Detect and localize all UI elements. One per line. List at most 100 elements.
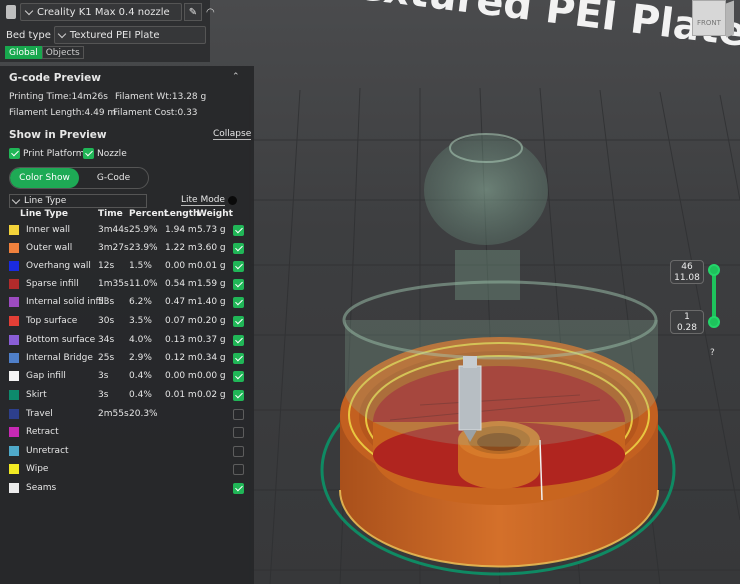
table-row: Travel 2m55s 20.3% <box>0 406 254 424</box>
printer-select[interactable]: Creality K1 Max 0.4 nozzle <box>20 3 182 21</box>
lite-mode-indicator[interactable] <box>228 196 237 205</box>
lite-mode-link[interactable]: Lite Mode <box>181 195 225 206</box>
row-time: 3s <box>98 371 109 381</box>
color-swatch <box>9 409 19 419</box>
view-cube[interactable]: FRONT <box>690 0 734 40</box>
view-cube-front[interactable]: FRONT <box>692 0 726 36</box>
collapse-link[interactable]: Collapse <box>213 129 252 140</box>
visibility-checkbox[interactable] <box>233 353 244 364</box>
tab-global[interactable]: Global <box>5 46 42 59</box>
color-swatch <box>9 427 19 437</box>
col-line-type: Line Type <box>20 209 68 219</box>
printer-name: Creality K1 Max 0.4 nozzle <box>37 6 170 18</box>
visibility-checkbox[interactable] <box>233 243 244 254</box>
row-time: 3m27s <box>98 243 129 253</box>
layer-slider-top-handle[interactable] <box>708 264 720 276</box>
filament-length: Filament Length:4.49 m <box>9 108 117 118</box>
table-row: Seams <box>0 480 254 498</box>
row-percent: 11.0% <box>129 279 158 289</box>
nozzle-label: Nozzle <box>97 148 127 159</box>
top-layer-number: 46 <box>681 262 693 272</box>
print-platform-checkbox[interactable] <box>9 148 20 159</box>
gcode-option[interactable]: G-Code <box>79 168 148 188</box>
table-row: Wipe <box>0 461 254 479</box>
color-swatch <box>9 261 19 271</box>
table-row: Internal solid infill 53s 6.2% 0.47 m 1.40 g <box>0 294 254 312</box>
visibility-checkbox[interactable] <box>233 390 244 401</box>
line-type-name: Top surface <box>26 316 78 326</box>
row-length: 0.07 m <box>165 316 197 326</box>
line-type-name: Inner wall <box>26 225 71 235</box>
row-time: 30s <box>98 316 115 326</box>
row-length: 0.01 m <box>165 390 197 400</box>
visibility-checkbox[interactable] <box>233 483 244 494</box>
row-weight: 5.73 g <box>197 225 226 235</box>
visibility-checkbox[interactable] <box>233 409 244 420</box>
color-swatch <box>9 243 19 253</box>
top-layer-height: 11.08 <box>674 273 700 283</box>
visibility-checkbox[interactable] <box>233 446 244 457</box>
color-show-option[interactable]: Color Show <box>10 168 79 188</box>
line-type-name: Bottom surface <box>26 335 96 345</box>
view-mode-toggle: Color Show G-Code <box>9 167 149 189</box>
visibility-checkbox[interactable] <box>233 261 244 272</box>
color-swatch <box>9 390 19 400</box>
wifi-icon[interactable]: ◠ <box>206 7 215 18</box>
visibility-checkbox[interactable] <box>233 371 244 382</box>
printer-icon <box>6 5 16 19</box>
show-in-preview-title: Show in Preview <box>9 129 107 141</box>
row-percent: 0.4% <box>129 390 152 400</box>
row-percent: 20.3% <box>129 409 158 419</box>
visibility-checkbox[interactable] <box>233 427 244 438</box>
table-row: Inner wall 3m44s 25.9% 1.94 m 5.73 g <box>0 222 254 240</box>
row-weight: 0.34 g <box>197 353 226 363</box>
pencil-icon: ✎ <box>188 6 198 18</box>
visibility-checkbox[interactable] <box>233 464 244 475</box>
color-swatch <box>9 335 19 345</box>
collapse-up-icon[interactable]: ⌃ <box>232 72 240 82</box>
gcode-preview-title: G-code Preview <box>9 72 101 84</box>
nozzle-checkbox[interactable] <box>83 148 94 159</box>
visibility-checkbox[interactable] <box>233 279 244 290</box>
bed-type-select[interactable]: Textured PEI Plate <box>53 26 206 44</box>
row-weight: 3.60 g <box>197 243 226 253</box>
line-type-name: Seams <box>26 483 57 493</box>
edit-printer-button[interactable]: ✎ <box>184 3 202 21</box>
plate-label-text: Textured PEI Plate <box>333 0 740 56</box>
color-swatch <box>9 297 19 307</box>
row-length: 1.22 m <box>165 243 197 253</box>
line-type-select-label: Line Type <box>24 196 67 206</box>
row-percent: 0.4% <box>129 371 152 381</box>
col-length: Length <box>164 209 200 219</box>
visibility-checkbox[interactable] <box>233 225 244 236</box>
row-percent: 4.0% <box>129 335 152 345</box>
top-layer-readout: 46 11.08 <box>670 260 704 284</box>
visibility-checkbox[interactable] <box>233 316 244 327</box>
filament-cost: Filament Cost:0.33 <box>113 108 198 118</box>
line-type-name: Travel <box>26 409 53 419</box>
row-length: 1.94 m <box>165 225 197 235</box>
table-row: Bottom surface 34s 4.0% 0.13 m 0.37 g <box>0 332 254 350</box>
table-row: Retract <box>0 424 254 442</box>
print-platform-toggle[interactable]: Print Platform <box>9 148 85 159</box>
nozzle-toggle[interactable]: Nozzle <box>83 148 127 159</box>
line-type-name: Retract <box>26 427 59 437</box>
table-row: Skirt 3s 0.4% 0.01 m 0.02 g <box>0 387 254 405</box>
visibility-checkbox[interactable] <box>233 297 244 308</box>
line-type-name: Wipe <box>26 464 49 474</box>
visibility-checkbox[interactable] <box>233 335 244 346</box>
line-type-select[interactable]: Line Type <box>9 194 147 208</box>
row-weight: 0.01 g <box>197 261 226 271</box>
help-icon[interactable]: ? <box>710 348 715 358</box>
line-type-name: Skirt <box>26 390 47 400</box>
chevron-down-icon <box>57 29 67 38</box>
line-type-name: Outer wall <box>26 243 73 253</box>
row-weight: 1.40 g <box>197 297 226 307</box>
layer-slider-bottom-handle[interactable] <box>708 316 720 328</box>
tab-objects[interactable]: Objects <box>41 46 84 59</box>
row-weight: 0.20 g <box>197 316 226 326</box>
line-type-name: Internal Bridge <box>26 353 93 363</box>
table-row: Internal Bridge 25s 2.9% 0.12 m 0.34 g <box>0 350 254 368</box>
row-length: 0.00 m <box>165 371 197 381</box>
line-type-name: Unretract <box>26 446 69 456</box>
